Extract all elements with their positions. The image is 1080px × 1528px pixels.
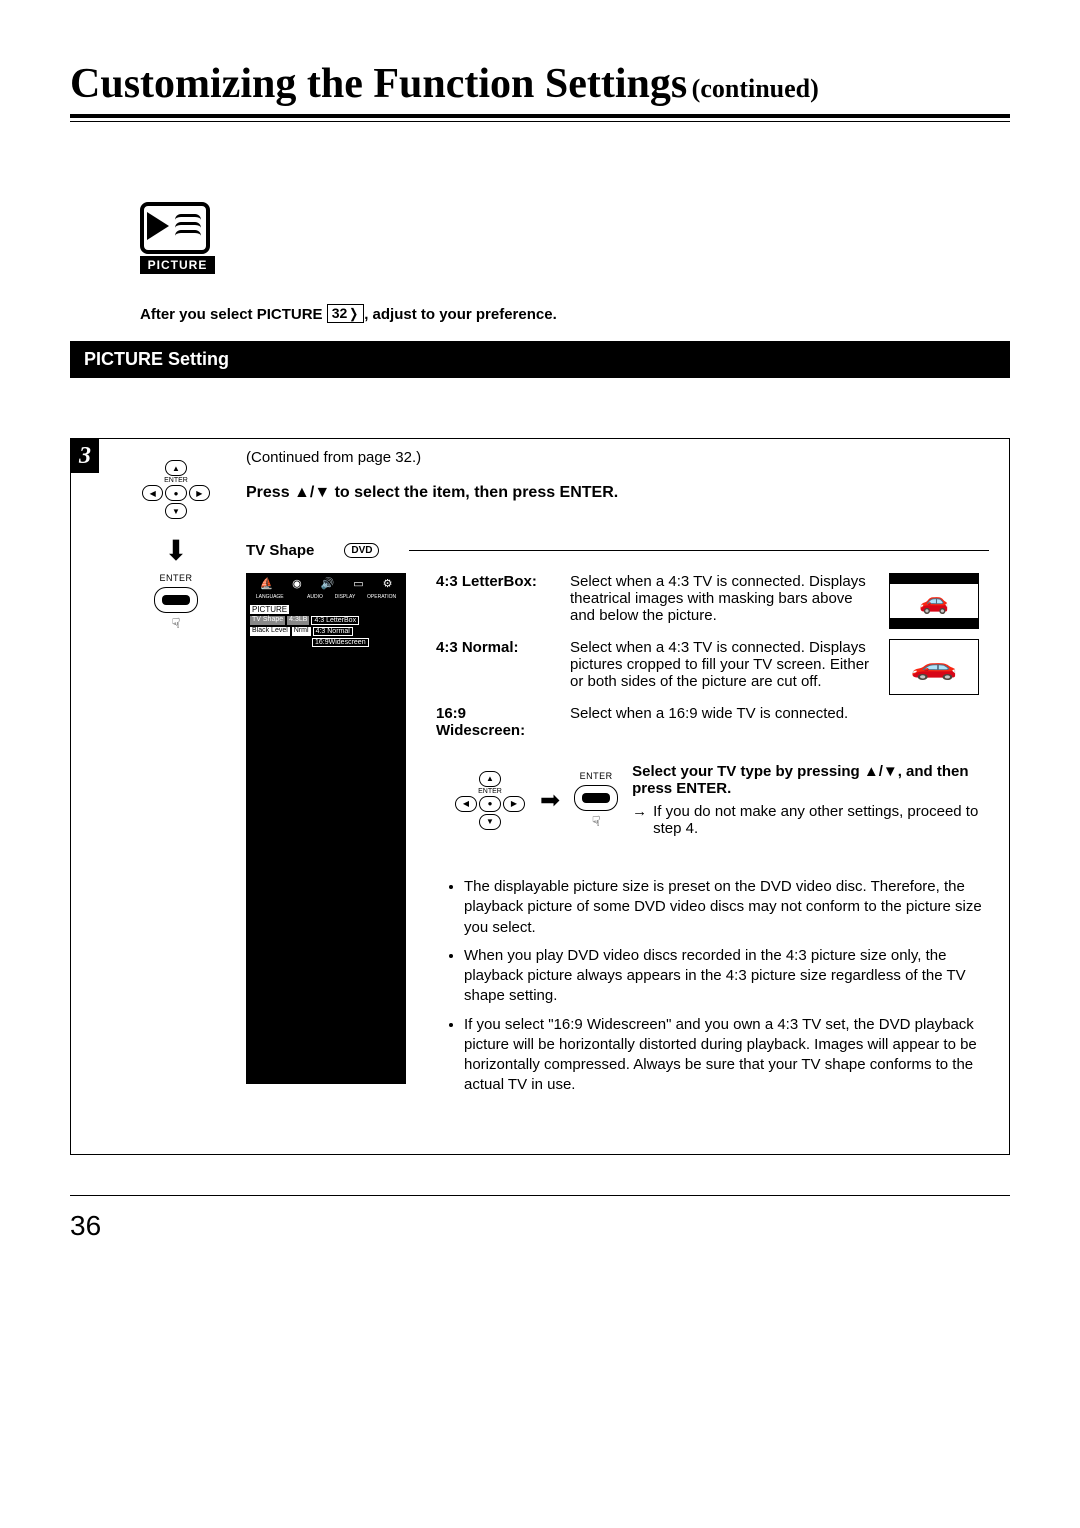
- dpad-icon-small: ▲ ENTER ◀●▶ ▼: [454, 770, 526, 831]
- step-number: 3: [71, 439, 99, 473]
- picture-icon: PICTURE: [140, 202, 215, 274]
- tv-shape-heading: TV Shape DVD: [246, 542, 989, 559]
- notes-list: The displayable picture size is preset o…: [436, 877, 989, 1096]
- enter-label: ENTER: [106, 573, 246, 583]
- remote-illustration: ▲ ENTER ◀●▶ ▼ ⬇ ENTER ☟: [106, 449, 246, 1104]
- continued-from: (Continued from page 32.): [246, 449, 989, 466]
- step-box: 3 ▲ ENTER ◀●▶ ▼ ⬇ ENTER ☟ (Continued fro…: [70, 438, 1010, 1155]
- intro-text: After you select PICTURE 32, adjust to y…: [140, 304, 1010, 323]
- option-normal-name: 4:3 Normal:: [436, 639, 556, 695]
- down-arrow-icon: ⬇: [106, 534, 246, 567]
- option-normal-desc: Select when a 4:3 TV is connected. Displ…: [570, 639, 875, 695]
- enter-button-illustration: ENTER ☟: [574, 771, 618, 830]
- option-normal-thumb: 🚗: [889, 639, 979, 695]
- tv-shape-options: 4:3 LetterBox: Select when a 4:3 TV is c…: [436, 573, 989, 739]
- note-item: If you select "16:9 Widescreen" and you …: [464, 1015, 989, 1096]
- option-letterbox-name: 4:3 LetterBox:: [436, 573, 556, 629]
- menu-screenshot: ⛵◉🔊▭⚙ LANGUAGE AUDIO DISPLAY OPERATION P…: [246, 573, 406, 1084]
- note-item: When you play DVD video discs recorded i…: [464, 946, 989, 1007]
- page-title: Customizing the Function Settings (conti…: [70, 60, 1010, 108]
- select-note: If you do not make any other settings, p…: [653, 803, 989, 837]
- page-number: 36: [70, 1210, 1010, 1242]
- hand-icon: ☟: [106, 615, 246, 632]
- page-title-continued: (continued): [692, 74, 819, 103]
- instruction-text: Press ▲/▼ to select the item, then press…: [246, 484, 989, 502]
- option-widescreen-desc: Select when a 16:9 wide TV is connected.: [570, 705, 989, 739]
- picture-icon-caption: PICTURE: [140, 256, 215, 274]
- title-rule: [70, 114, 1010, 122]
- footer-rule: [70, 1195, 1010, 1196]
- note-item: The displayable picture size is preset o…: [464, 877, 989, 938]
- right-arrow-icon: ➡: [540, 786, 560, 815]
- option-letterbox-thumb: 🚗: [889, 573, 979, 629]
- select-instruction: Select your TV type by pressing ▲/▼, and…: [632, 763, 989, 797]
- dpad-icon: ▲ ENTER ◀●▶ ▼: [141, 459, 211, 520]
- option-widescreen-name: 16:9 Widescreen:: [436, 705, 556, 739]
- dvd-badge: DVD: [344, 543, 379, 558]
- enter-button-icon: [154, 587, 198, 613]
- page-ref-32: 32: [327, 304, 364, 323]
- page-title-main: Customizing the Function Settings: [70, 61, 687, 107]
- section-bar-picture-setting: PICTURE Setting: [70, 341, 1010, 378]
- option-letterbox-desc: Select when a 4:3 TV is connected. Displ…: [570, 573, 875, 629]
- select-tv-type-row: ▲ ENTER ◀●▶ ▼ ➡ ENTER ☟ Select your T: [454, 763, 989, 837]
